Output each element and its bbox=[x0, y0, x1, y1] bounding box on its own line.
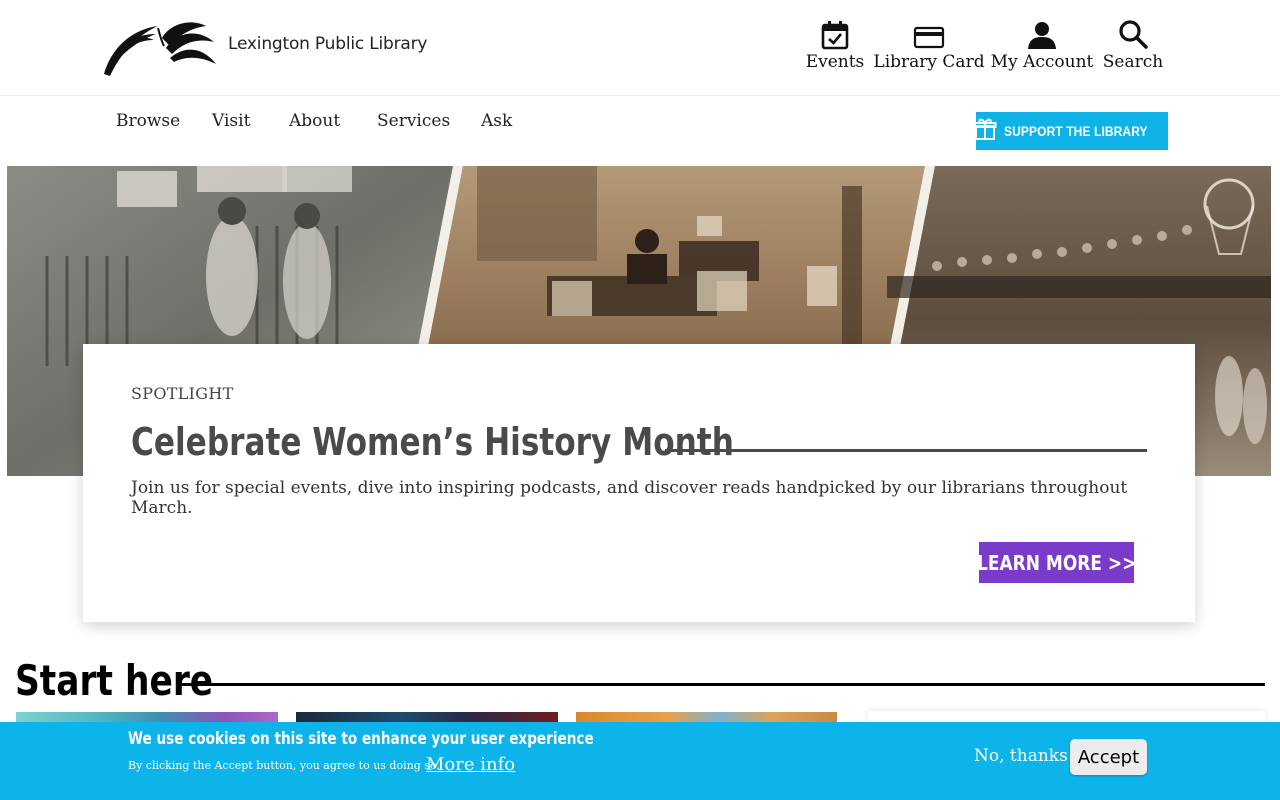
main-navigation: Browse Visit About Services Ask Support … bbox=[0, 97, 1280, 165]
search-icon bbox=[1117, 18, 1149, 50]
nav-services[interactable]: Services bbox=[377, 111, 450, 131]
nav-visit[interactable]: Visit bbox=[212, 111, 250, 131]
user-icon bbox=[1027, 18, 1057, 50]
calendar-check-icon bbox=[820, 18, 850, 50]
start-here-heading: Start here bbox=[15, 656, 214, 705]
search-label: Search bbox=[1102, 52, 1164, 72]
events-link[interactable]: Events bbox=[805, 18, 865, 72]
open-book-logo-icon bbox=[104, 22, 216, 76]
site-name: Lexington Public Library bbox=[228, 34, 428, 54]
my-account-link[interactable]: My Account bbox=[991, 18, 1093, 72]
spotlight-eyebrow: SPOTLIGHT bbox=[131, 384, 234, 403]
no-thanks-button[interactable]: No, thanks bbox=[974, 746, 1068, 766]
support-label: Support the Library bbox=[1003, 123, 1148, 139]
library-card-link[interactable]: Library Card bbox=[873, 18, 985, 72]
cookie-text: By clicking the Accept button, you agree… bbox=[128, 759, 440, 772]
my-account-label: My Account bbox=[990, 52, 1094, 72]
library-card-label: Library Card bbox=[873, 52, 985, 72]
cookie-consent-bar: We use cookies on this site to enhance y… bbox=[0, 722, 1280, 800]
library-logo[interactable]: Lexington Public Library bbox=[100, 16, 440, 80]
nav-browse[interactable]: Browse bbox=[116, 111, 180, 131]
gift-icon bbox=[973, 117, 997, 145]
learn-more-button[interactable]: LEARN MORE >> bbox=[976, 542, 1137, 583]
nav-about[interactable]: About bbox=[289, 111, 340, 131]
learn-more-label: LEARN MORE >> bbox=[976, 550, 1137, 575]
site-header: Lexington Public Library Events Library … bbox=[0, 0, 1280, 96]
title-divider bbox=[665, 449, 1147, 452]
more-info-link[interactable]: More info bbox=[426, 754, 515, 775]
spotlight-title: Celebrate Women’s History Month bbox=[131, 420, 734, 464]
spotlight-description: Join us for special events, dive into in… bbox=[131, 478, 1128, 518]
support-the-library-button[interactable]: Support the Library bbox=[973, 112, 1168, 150]
accept-button[interactable]: Accept bbox=[1070, 739, 1147, 775]
search-link[interactable]: Search bbox=[1102, 18, 1164, 72]
start-here-divider bbox=[178, 683, 1265, 686]
cookie-title: We use cookies on this site to enhance y… bbox=[128, 729, 594, 749]
spotlight-card: SPOTLIGHT Celebrate Women’s History Mont… bbox=[83, 344, 1195, 622]
credit-card-icon bbox=[913, 18, 945, 50]
events-label: Events bbox=[805, 52, 865, 72]
nav-ask[interactable]: Ask bbox=[481, 111, 512, 131]
